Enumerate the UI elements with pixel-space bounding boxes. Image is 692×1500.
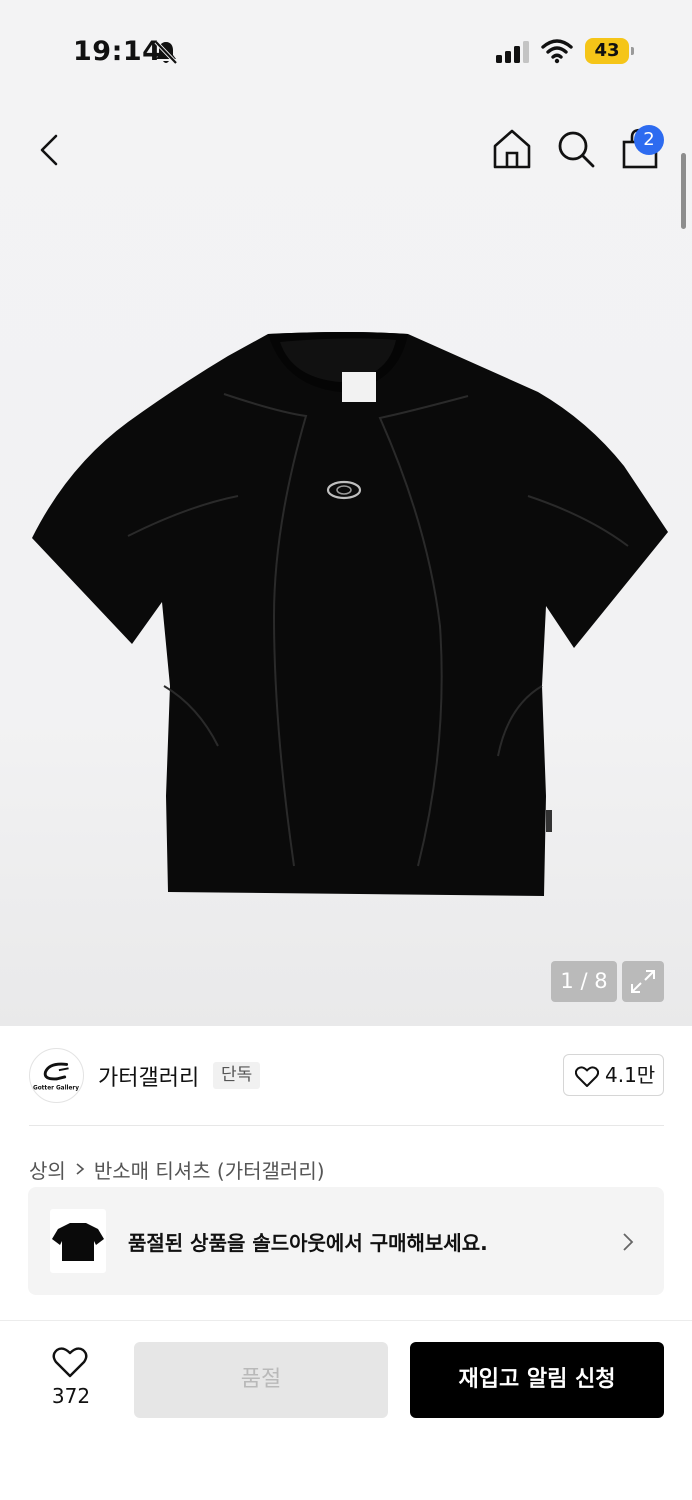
status-time: 19:14 bbox=[73, 36, 162, 67]
chevron-right-icon bbox=[76, 1163, 85, 1175]
back-arrow-icon[interactable] bbox=[30, 128, 70, 172]
gotter-gallery-logo-icon: Gotter Gallery bbox=[33, 1062, 79, 1091]
tshirt-thumbnail-icon bbox=[52, 1223, 104, 1261]
brand-logo[interactable]: Gotter Gallery bbox=[29, 1048, 84, 1103]
breadcrumb-item-subcategory[interactable]: 반소매 티셔츠 (가터갤러리) bbox=[94, 1155, 325, 1184]
search-icon[interactable] bbox=[555, 128, 597, 170]
expand-icon bbox=[631, 970, 655, 993]
battery-tip bbox=[631, 47, 634, 55]
home-icon[interactable] bbox=[490, 126, 534, 172]
banner-text: 품절된 상품을 솔드아웃에서 구매해보세요. bbox=[128, 1231, 488, 1255]
expand-image-button[interactable] bbox=[622, 961, 664, 1002]
breadcrumb-item-category[interactable]: 상의 bbox=[29, 1155, 66, 1184]
wifi-icon bbox=[541, 39, 573, 64]
wishlist-button[interactable]: 372 bbox=[38, 1346, 104, 1416]
image-counter: 1 / 8 bbox=[551, 961, 617, 1002]
brand-like-button[interactable]: 4.1만 bbox=[563, 1054, 664, 1096]
chevron-right-icon bbox=[623, 1233, 634, 1251]
battery-level: 43 bbox=[594, 40, 620, 61]
cellular-signal-icon bbox=[496, 41, 529, 63]
divider bbox=[29, 1125, 664, 1126]
soldout-promo-banner[interactable]: 품절된 상품을 솔드아웃에서 구매해보세요. bbox=[28, 1187, 664, 1295]
soldout-button: 품절 bbox=[134, 1342, 388, 1418]
brand-name[interactable]: 가터갤러리 bbox=[98, 1060, 199, 1092]
bell-muted-icon bbox=[154, 40, 178, 65]
heart-icon bbox=[52, 1347, 88, 1378]
scroll-indicator bbox=[681, 153, 686, 229]
heart-icon bbox=[575, 1066, 599, 1087]
battery-indicator: 43 bbox=[585, 38, 635, 64]
product-tshirt-image[interactable] bbox=[28, 326, 672, 902]
brand-like-count: 4.1만 bbox=[605, 1063, 656, 1087]
exclusive-badge: 단독 bbox=[213, 1062, 261, 1089]
restock-alert-button[interactable]: 재입고 알림 신청 bbox=[410, 1342, 664, 1418]
wishlist-count: 372 bbox=[51, 1384, 91, 1408]
status-bar: 19:14 43 bbox=[0, 0, 692, 100]
svg-text:Gotter Gallery: Gotter Gallery bbox=[33, 1085, 79, 1091]
banner-thumbnail bbox=[50, 1209, 106, 1273]
breadcrumb: 상의 반소매 티셔츠 (가터갤러리) bbox=[29, 1155, 325, 1184]
cart-count-badge: 2 bbox=[634, 125, 664, 155]
